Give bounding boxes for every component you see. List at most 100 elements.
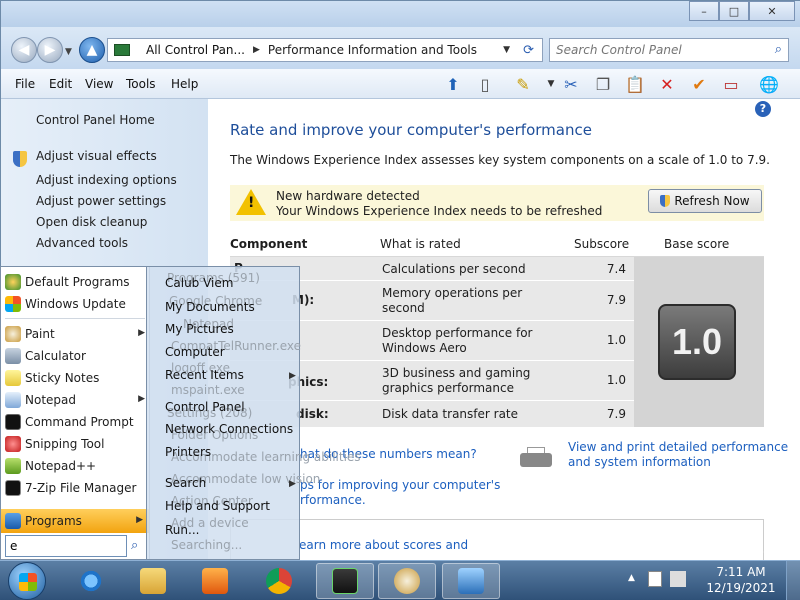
help-and-support-link[interactable]: Help and Support — [165, 499, 270, 513]
menu-tools[interactable]: Tools — [126, 77, 156, 91]
warning-icon: ! — [236, 189, 266, 215]
system-tray: ▲ 7:11 AM 12/19/2021 — [620, 561, 800, 600]
learn-more-link[interactable]: earn more about scores and — [299, 538, 468, 552]
uac-shield-icon — [660, 195, 671, 207]
check-icon[interactable]: ✔ — [687, 73, 711, 95]
default-programs-item[interactable]: Default Programs — [1, 271, 151, 293]
menu-view[interactable]: View — [85, 77, 113, 91]
search-icon[interactable]: ⌕ — [775, 42, 782, 57]
menu-file[interactable]: File — [15, 77, 35, 91]
breadcrumb-separator-icon[interactable]: ▶ — [253, 45, 260, 55]
action-center-flag-icon[interactable] — [648, 571, 662, 587]
back-arrow-icon[interactable]: ◀ — [11, 37, 37, 63]
adjust-power-link[interactable]: Adjust power settings — [36, 194, 166, 208]
network-icon[interactable] — [670, 571, 686, 587]
copy-icon[interactable]: ❐ — [591, 73, 615, 95]
taskbar-control-panel[interactable] — [442, 563, 500, 599]
minimize-button[interactable]: – — [689, 1, 719, 21]
print-details-link[interactable]: View and print detailed performance — [568, 440, 788, 454]
maximize-button[interactable]: □ — [719, 1, 749, 21]
network-connections-link[interactable]: Network Connections — [165, 422, 293, 436]
start-menu-programs-pane: Default Programs Windows Update Paint ▶ … — [0, 266, 150, 560]
run-link[interactable]: Run... — [165, 523, 199, 537]
user-folder-link[interactable]: Calub Viem — [165, 276, 233, 290]
open-disk-cleanup-link[interactable]: Open disk cleanup — [36, 215, 147, 229]
header-component: Component — [230, 237, 308, 251]
refresh-now-button[interactable]: Refresh Now — [648, 189, 762, 213]
paste-icon[interactable]: 📋 — [623, 73, 647, 95]
search-input[interactable] — [550, 39, 750, 61]
base-score-badge: 1.0 — [658, 304, 736, 380]
control-panel-home-link[interactable]: Control Panel Home — [36, 113, 155, 127]
taskbar-internet-explorer[interactable] — [62, 563, 120, 599]
start-search-input[interactable] — [6, 536, 122, 556]
adjust-indexing-link[interactable]: Adjust indexing options — [36, 173, 177, 187]
search-box[interactable]: ⌕ — [549, 38, 789, 62]
taskbar-paint[interactable] — [378, 563, 436, 599]
notepad-label: Notepad — [25, 393, 76, 407]
search-link[interactable]: Search — [165, 476, 206, 490]
up-arrow-icon[interactable]: ▲ — [79, 37, 105, 63]
my-pictures-link[interactable]: My Pictures — [165, 322, 234, 336]
search-icon[interactable]: ⌕ — [131, 538, 138, 553]
breadcrumb-control-panel[interactable]: All Control Pan... — [146, 43, 245, 57]
menu-edit[interactable]: Edit — [49, 77, 72, 91]
sticky-notes-icon — [5, 370, 21, 386]
taskbar-task-manager[interactable] — [316, 563, 374, 599]
7zip-item[interactable]: 7-Zip File Manager — [1, 477, 151, 499]
close-button[interactable]: ✕ — [749, 1, 795, 21]
recent-pages-dropdown-icon[interactable]: ▼ — [65, 47, 72, 57]
snipping-tool-item[interactable]: Snipping Tool — [1, 433, 151, 455]
refresh-icon[interactable]: ⟳ — [523, 43, 534, 58]
windows-update-label: Windows Update — [25, 297, 126, 311]
breadcrumb-performance[interactable]: Performance Information and Tools — [268, 43, 477, 57]
hardware-alert: ! New hardware detected Your Windows Exp… — [230, 185, 764, 221]
paint-item[interactable]: Paint ▶ — [1, 323, 151, 345]
control-panel-icon — [458, 568, 484, 594]
computer-link[interactable]: Computer — [165, 345, 225, 359]
default-programs-label: Default Programs — [25, 275, 130, 289]
submenu-arrow-icon: ▶ — [138, 394, 145, 404]
taskbar-media-player[interactable] — [186, 563, 244, 599]
address-dropdown-icon[interactable]: ▼ — [503, 45, 510, 55]
advanced-tools-link[interactable]: Advanced tools — [36, 236, 128, 250]
my-documents-link[interactable]: My Documents — [165, 300, 255, 314]
print-details-link-line2[interactable]: and system information — [568, 455, 711, 469]
panes-icon[interactable]: ▯ — [473, 73, 497, 95]
address-bar[interactable]: All Control Pan... ▶ Performance Informa… — [107, 38, 543, 62]
up-folder-icon[interactable]: ⬆ — [441, 73, 465, 95]
programs-menu-item[interactable]: Programs ▶ — [1, 509, 149, 533]
folders-icon[interactable]: ✎ — [511, 73, 535, 95]
start-button[interactable] — [8, 562, 46, 600]
notepad-item[interactable]: Notepad ▶ — [1, 389, 151, 411]
show-desktop-button[interactable] — [786, 561, 800, 600]
cut-icon[interactable]: ✂ — [559, 73, 583, 95]
globe-icon[interactable]: 🌐 — [757, 73, 781, 95]
start-search-box[interactable] — [5, 535, 127, 557]
tips-link-line2[interactable]: rformance. — [300, 493, 366, 507]
taskbar-file-explorer[interactable] — [124, 563, 182, 599]
command-prompt-item[interactable]: Command Prompt — [1, 411, 151, 433]
help-icon[interactable]: ? — [755, 101, 771, 117]
delete-icon[interactable]: ✕ — [655, 73, 679, 95]
taskbar-clock[interactable]: 7:11 AM 12/19/2021 — [706, 564, 776, 596]
control-panel-link[interactable]: Control Panel — [165, 400, 245, 414]
show-hidden-icons-icon[interactable]: ▲ — [628, 573, 635, 583]
adjust-visual-effects-link[interactable]: Adjust visual effects — [36, 149, 157, 163]
notepad-plus-plus-item[interactable]: Notepad++ — [1, 455, 151, 477]
properties-icon[interactable]: ▭ — [719, 73, 743, 95]
submenu-arrow-icon: ▶ — [136, 515, 143, 525]
calculator-item[interactable]: Calculator — [1, 345, 151, 367]
taskbar-chrome[interactable] — [250, 563, 308, 599]
snipping-tool-icon — [5, 436, 21, 452]
what-cell: Disk data transfer rate — [382, 407, 519, 421]
tips-link[interactable]: ps for improving your computer's — [300, 478, 500, 492]
recent-items-link[interactable]: Recent Items — [165, 368, 244, 382]
sticky-notes-item[interactable]: Sticky Notes — [1, 367, 151, 389]
windows-update-item[interactable]: Windows Update — [1, 293, 151, 315]
submenu-arrow-icon: ▶ — [138, 328, 145, 338]
printers-link[interactable]: Printers — [165, 445, 211, 459]
forward-arrow-icon[interactable]: ▶ — [37, 37, 63, 63]
clock-time: 7:11 AM — [716, 565, 766, 579]
menu-help[interactable]: Help — [171, 77, 198, 91]
